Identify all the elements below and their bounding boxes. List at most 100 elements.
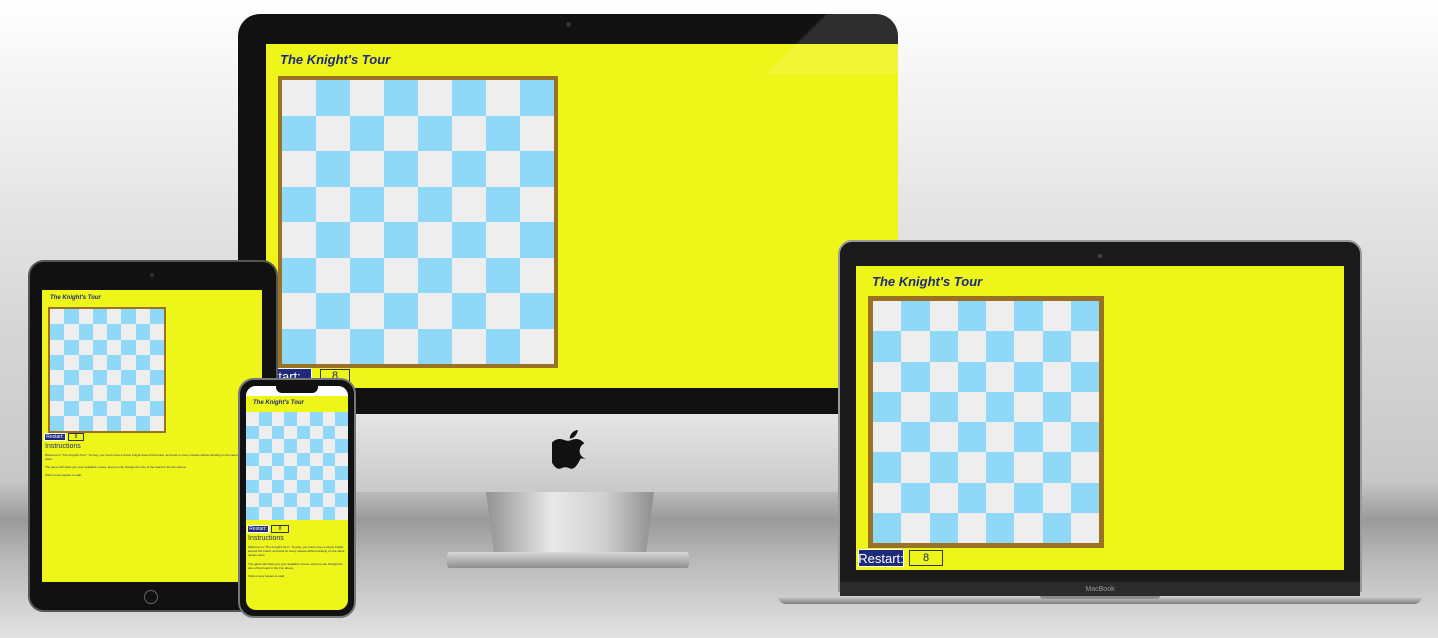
board-square[interactable] (271, 439, 285, 453)
board-square[interactable] (901, 361, 930, 392)
board-square[interactable] (50, 400, 65, 416)
board-square[interactable] (149, 400, 164, 416)
board-square[interactable] (1042, 422, 1071, 453)
board-square[interactable] (135, 354, 150, 370)
restart-button[interactable]: Restart: (858, 549, 904, 567)
board-square[interactable] (246, 493, 259, 507)
board-square[interactable] (121, 415, 136, 431)
board-square[interactable] (452, 186, 486, 222)
board-square[interactable] (418, 222, 452, 258)
board-square[interactable] (322, 412, 336, 426)
board-square[interactable] (335, 452, 348, 466)
board-square[interactable] (64, 370, 79, 386)
board-square[interactable] (64, 309, 79, 325)
board-square[interactable] (335, 425, 348, 439)
board-square[interactable] (284, 412, 297, 426)
board-square[interactable] (309, 466, 323, 480)
board-square[interactable] (309, 452, 323, 466)
board-square[interactable] (322, 493, 336, 507)
board-square[interactable] (1042, 452, 1071, 483)
board-square[interactable] (316, 293, 350, 329)
board-square[interactable] (452, 293, 486, 329)
board-square[interactable] (78, 415, 93, 431)
board-square[interactable] (121, 385, 136, 401)
board-square[interactable] (282, 151, 316, 187)
board-square[interactable] (149, 354, 164, 370)
board-square[interactable] (1014, 512, 1043, 543)
board-square[interactable] (121, 400, 136, 416)
board-square[interactable] (107, 385, 122, 401)
board-square[interactable] (986, 301, 1015, 332)
board-square[interactable] (873, 361, 902, 392)
board-square[interactable] (520, 186, 554, 222)
board-square[interactable] (121, 370, 136, 386)
board-square[interactable] (92, 415, 107, 431)
board-square[interactable] (957, 391, 986, 422)
board-square[interactable] (271, 493, 285, 507)
board-square[interactable] (1014, 482, 1043, 513)
board-square[interactable] (135, 309, 150, 325)
board-square[interactable] (64, 385, 79, 401)
board-square[interactable] (418, 186, 452, 222)
board-square[interactable] (271, 412, 285, 426)
board-square[interactable] (258, 439, 272, 453)
board-square[interactable] (297, 493, 310, 507)
board-square[interactable] (957, 452, 986, 483)
board-square[interactable] (78, 324, 93, 340)
board-square[interactable] (1014, 422, 1043, 453)
board-square[interactable] (282, 115, 316, 151)
board-square[interactable] (873, 331, 902, 362)
board-square[interactable] (258, 506, 272, 520)
board-square[interactable] (316, 222, 350, 258)
board-square[interactable] (322, 425, 336, 439)
board-square[interactable] (901, 482, 930, 513)
board-square[interactable] (149, 309, 164, 325)
board-square[interactable] (316, 186, 350, 222)
board-square[interactable] (384, 328, 418, 364)
board-square[interactable] (78, 370, 93, 386)
board-square[interactable] (901, 422, 930, 453)
board-square[interactable] (271, 452, 285, 466)
board-square[interactable] (486, 186, 520, 222)
board-square[interactable] (520, 115, 554, 151)
board-square[interactable] (135, 400, 150, 416)
board-square[interactable] (92, 324, 107, 340)
board-square[interactable] (92, 370, 107, 386)
board-square[interactable] (258, 452, 272, 466)
board-square[interactable] (1070, 361, 1099, 392)
board-square[interactable] (929, 422, 958, 453)
board-square[interactable] (64, 339, 79, 355)
board-square[interactable] (282, 293, 316, 329)
board-square[interactable] (384, 222, 418, 258)
board-square[interactable] (271, 479, 285, 493)
board-square[interactable] (1014, 361, 1043, 392)
board-square[interactable] (258, 466, 272, 480)
board-square[interactable] (284, 466, 297, 480)
board-square[interactable] (1014, 391, 1043, 422)
board-square[interactable] (246, 506, 259, 520)
board-square[interactable] (1014, 301, 1043, 332)
board-square[interactable] (1070, 301, 1099, 332)
board-square[interactable] (929, 452, 958, 483)
board-square[interactable] (350, 186, 384, 222)
board-square[interactable] (107, 400, 122, 416)
board-square[interactable] (452, 328, 486, 364)
board-square[interactable] (384, 80, 418, 116)
board-square[interactable] (50, 354, 65, 370)
board-square[interactable] (316, 257, 350, 293)
board-square[interactable] (271, 466, 285, 480)
board-square[interactable] (929, 331, 958, 362)
board-square[interactable] (322, 466, 336, 480)
board-square[interactable] (520, 222, 554, 258)
board-square[interactable] (246, 466, 259, 480)
board-square[interactable] (1070, 422, 1099, 453)
board-square[interactable] (322, 479, 336, 493)
board-square[interactable] (873, 512, 902, 543)
board-square[interactable] (957, 331, 986, 362)
board-square[interactable] (350, 222, 384, 258)
board-square[interactable] (384, 293, 418, 329)
board-square[interactable] (297, 506, 310, 520)
board-square[interactable] (418, 80, 452, 116)
board-square[interactable] (350, 151, 384, 187)
board-square[interactable] (309, 439, 323, 453)
